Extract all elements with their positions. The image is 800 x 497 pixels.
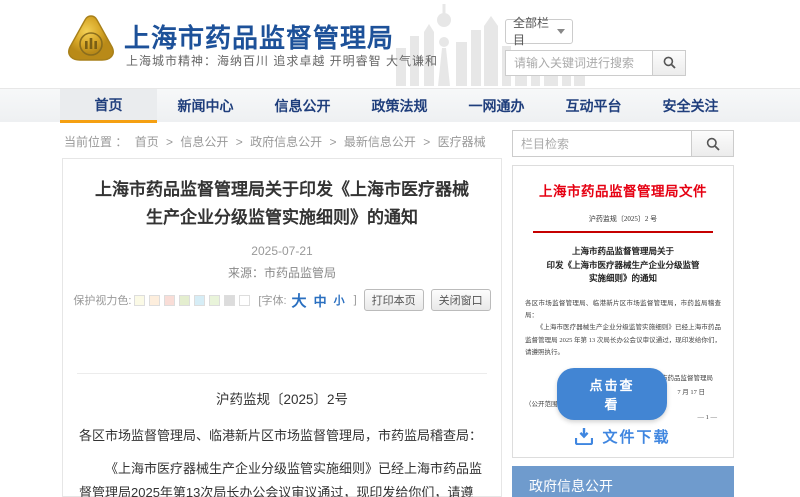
nav-item-home[interactable]: 首页: [60, 89, 157, 123]
close-window-button[interactable]: 关闭窗口: [431, 289, 491, 311]
preview-red-header: 上海市药品监督管理局文件: [525, 180, 721, 200]
eye-color-swatch-5[interactable]: [194, 295, 205, 306]
agency-logo: [66, 14, 116, 64]
article-divider: [77, 373, 487, 374]
page: 上海市药品监督管理局 上海城市精神：海纳百川 追求卓越 开明睿智 大气谦和 全部…: [0, 0, 800, 497]
file-download-label: 文件下载: [602, 426, 670, 447]
preview-title: 上海市药品监督管理局关于 印发《上海市医疗器械生产企业分级监管 实施细则》的通知: [525, 245, 721, 286]
column-search-input[interactable]: [512, 130, 692, 157]
header-search-area: 全部栏目: [505, 14, 735, 76]
print-page-button[interactable]: 打印本页: [364, 289, 424, 311]
article-source: 来源：市药品监管局: [63, 264, 501, 281]
eye-color-swatch-3[interactable]: [164, 295, 175, 306]
chevron-down-icon: [557, 29, 565, 34]
breadcrumb-home[interactable]: 首页: [135, 135, 159, 149]
document-preview-card: 上海市药品监督管理局文件 沪药监规〔2025〕2 号 上海市药品监督管理局关于 …: [512, 165, 734, 458]
search-category-select[interactable]: 全部栏目: [505, 19, 573, 44]
breadcrumb-prefix: 当前位置 ：: [64, 135, 127, 149]
gov-info-section-title: 政府信息公开: [529, 476, 613, 496]
breadcrumb: 当前位置 ： 首页 > 信息公开 > 政府信息公开 > 最新信息公开 > 医疗器…: [64, 133, 490, 150]
font-size-small-button[interactable]: 小: [334, 292, 345, 308]
eye-color-swatch-4[interactable]: [179, 295, 190, 306]
eye-color-swatch-2[interactable]: [149, 295, 160, 306]
breadcrumb-info[interactable]: 信息公开: [180, 135, 228, 149]
click-to-view-button[interactable]: 点击查看: [557, 368, 667, 420]
download-icon: [575, 428, 593, 445]
article-date: 2025-07-21: [63, 244, 501, 258]
nav-item-policies[interactable]: 政策法规: [351, 89, 448, 123]
article-toolbar: 保护视力色: [字体: 大 中 小 ] 打印本页 关闭窗口: [63, 289, 501, 311]
column-search-button[interactable]: [692, 130, 734, 157]
document-number: 沪药监规〔2025〕2号: [63, 388, 501, 408]
site-header: 上海市药品监督管理局 上海城市精神：海纳百川 追求卓越 开明睿智 大气谦和 全部…: [0, 0, 800, 88]
breadcrumb-gov-info[interactable]: 政府信息公开: [250, 135, 322, 149]
file-download-link[interactable]: 文件下载: [513, 426, 733, 447]
article-title: 上海市药品监督管理局关于印发《上海市医疗器械生产企业分级监管实施细则》的通知: [89, 176, 474, 232]
main-nav: 首页 新闻中心 信息公开 政策法规 一网通办 互动平台 安全关注: [0, 88, 800, 122]
breadcrumb-separator: >: [166, 135, 173, 149]
search-icon: [706, 137, 720, 151]
breadcrumb-separator: >: [236, 135, 243, 149]
gov-info-section-header[interactable]: 政府信息公开: [512, 466, 734, 497]
site-search-input[interactable]: [505, 50, 652, 76]
preview-red-rule: [533, 231, 713, 233]
site-search-button[interactable]: [652, 50, 686, 76]
nav-item-safety[interactable]: 安全关注: [642, 89, 739, 123]
breadcrumb-latest[interactable]: 最新信息公开: [344, 135, 416, 149]
font-size-suffix: ]: [354, 294, 357, 306]
site-slogan: 上海城市精神：海纳百川 追求卓越 开明睿智 大气谦和: [126, 52, 438, 69]
search-category-value: 全部栏目: [513, 14, 557, 48]
nav-item-online-services[interactable]: 一网通办: [448, 89, 545, 123]
font-size-medium-button[interactable]: 中: [314, 291, 327, 310]
preview-body-text: 《上海市医疗器械生产企业分级监管实施细则》已经上海市药品监督管理局 2025 年…: [525, 322, 721, 359]
sidebar-search: [512, 130, 734, 157]
breadcrumb-separator: >: [423, 135, 430, 149]
eye-color-swatch-6[interactable]: [209, 295, 220, 306]
breadcrumb-medical-devices[interactable]: 医疗器械: [438, 135, 486, 149]
eye-protect-label: 保护视力色:: [73, 292, 131, 308]
search-icon: [663, 56, 676, 69]
eye-color-swatch-1[interactable]: [134, 295, 145, 306]
eye-color-swatch-7[interactable]: [224, 295, 235, 306]
article-card: 上海市药品监督管理局关于印发《上海市医疗器械生产企业分级监管实施细则》的通知 2…: [62, 158, 502, 497]
breadcrumb-separator: >: [329, 135, 336, 149]
article-paragraph-recipients: 各区市场监督管理局、临港新片区市场监督管理局，市药监局稽查局：: [79, 424, 485, 447]
eye-color-swatch-8[interactable]: [239, 295, 250, 306]
font-size-prefix: [字体:: [258, 292, 286, 308]
nav-item-info-disclosure[interactable]: 信息公开: [254, 89, 351, 123]
font-size-large-button[interactable]: 大: [292, 290, 307, 311]
preview-body-recipients: 各区市场监督管理局、临港新片区市场监督管理局，市药监局稽查局：: [525, 298, 721, 323]
nav-item-news[interactable]: 新闻中心: [157, 89, 254, 123]
site-title: 上海市药品监督管理局: [124, 18, 394, 55]
article-paragraph-body: 《上海市医疗器械生产企业分级监管实施细则》已经上海市药品监督管理局2025年第1…: [79, 457, 485, 497]
preview-doc-number: 沪药监规〔2025〕2 号: [525, 214, 721, 224]
sidebar: 上海市药品监督管理局文件 沪药监规〔2025〕2 号 上海市药品监督管理局关于 …: [512, 130, 734, 497]
nav-item-interaction[interactable]: 互动平台: [545, 89, 642, 123]
